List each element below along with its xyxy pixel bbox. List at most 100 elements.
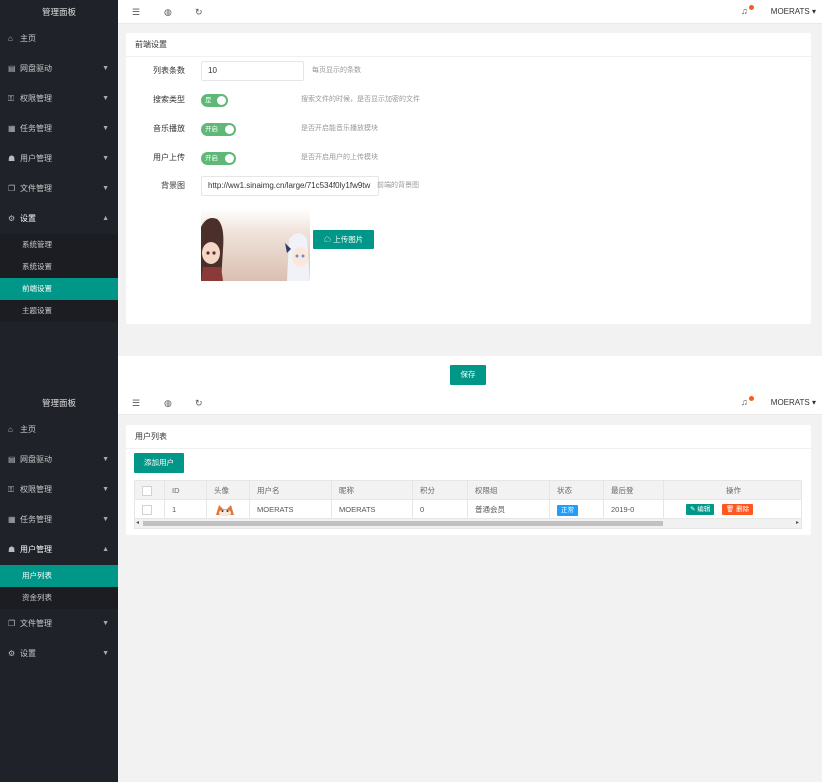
row-checkbox-cell[interactable] bbox=[135, 500, 165, 519]
col-avatar: 头像 bbox=[207, 481, 250, 500]
submenu-item-system-settings[interactable]: 系统设置 bbox=[0, 256, 118, 278]
user-menu[interactable]: MOERATS ▾ bbox=[771, 0, 816, 24]
sidebar-item-drive[interactable]: ▤ 网盘驱动 ▼ bbox=[0, 54, 118, 84]
sidebar-item-users[interactable]: ☗ 用户管理 ▲ bbox=[0, 535, 118, 565]
card-title: 前端设置 bbox=[126, 33, 811, 57]
switch-text: 开启 bbox=[205, 126, 218, 133]
user-list-card: 用户列表 添加用户 ID 头像 用户名 昵称 积分 权限组 状态 最后登 操作 … bbox=[126, 425, 811, 535]
save-button[interactable]: 保存 bbox=[450, 365, 486, 385]
cell-points: 0 bbox=[413, 500, 468, 519]
sidebar-item-permission[interactable]: ⚿ 权限管理 ▼ bbox=[0, 475, 118, 505]
delete-label: 删除 bbox=[736, 506, 750, 513]
sidebar-item-home[interactable]: ⌂ 主页 bbox=[0, 24, 118, 54]
col-id[interactable]: ID bbox=[165, 481, 207, 500]
menu-icon[interactable]: ☰ bbox=[132, 0, 140, 24]
key-icon: ⚿ bbox=[8, 94, 15, 103]
drive-icon: ▤ bbox=[8, 64, 16, 73]
scrollbar-thumb[interactable] bbox=[143, 521, 663, 526]
cell-username: MOERATS bbox=[250, 500, 332, 519]
user-list-screen: 管理面板 ⌂ 主页 ▤ 网盘驱动 ▼ ⚿ 权限管理 ▼ ▦ 任务管理 ▼ ☗ 用户管理 ▲ 用户列… bbox=[0, 391, 822, 782]
status-badge: 正常 bbox=[557, 504, 578, 516]
submenu-item-fund-list[interactable]: 资金列表 bbox=[0, 587, 118, 609]
col-status[interactable]: 状态 bbox=[550, 481, 604, 500]
background-preview-image bbox=[201, 209, 310, 281]
col-actions: 操作 bbox=[726, 486, 741, 495]
sidebar-item-label: 主页 bbox=[20, 34, 36, 43]
user-menu[interactable]: MOERATS ▾ bbox=[771, 391, 816, 415]
submenu-item-system-manage[interactable]: 系统管理 bbox=[0, 234, 118, 256]
form-row-user-upload: 用户上传 开启 是否开启用户的上传模块 bbox=[126, 148, 811, 168]
sidebar-item-files[interactable]: ❐ 文件管理 ▼ bbox=[0, 609, 118, 639]
sidebar: 管理面板 ⌂ 主页 ▤ 网盘驱动 ▼ ⚿ 权限管理 ▼ ▦ 任务管理 ▼ ☗ 用户管理 ▲ 用户列… bbox=[0, 391, 118, 782]
select-all-checkbox[interactable] bbox=[142, 486, 152, 497]
app-title: 管理面板 bbox=[0, 0, 118, 24]
background-url-input[interactable]: http://ww1.sinaimg.cn/large/71c534f0ly1f… bbox=[201, 176, 379, 196]
sidebar-item-label: 任务管理 bbox=[20, 124, 52, 133]
col-last-login[interactable]: 最后登 bbox=[604, 481, 664, 500]
switch-knob bbox=[225, 154, 234, 163]
submenu-item-theme-settings[interactable]: 主题设置 bbox=[0, 300, 118, 322]
add-user-button[interactable]: 添加用户 bbox=[134, 453, 184, 473]
globe-icon[interactable]: ◍ bbox=[164, 0, 172, 24]
list-count-label: 列表条数 bbox=[153, 66, 185, 75]
background-tip: 前端的背景图 bbox=[377, 182, 419, 189]
sidebar-item-settings[interactable]: ⚙ 设置 ▲ bbox=[0, 204, 118, 234]
gear-icon: ⚙ bbox=[8, 214, 16, 223]
scroll-left-icon[interactable]: ◂ bbox=[136, 519, 139, 526]
select-all-checkbox-cell[interactable] bbox=[135, 481, 165, 500]
sidebar-item-files[interactable]: ❐ 文件管理 ▼ bbox=[0, 174, 118, 204]
list-icon: ▦ bbox=[8, 124, 16, 133]
refresh-icon[interactable]: ↻ bbox=[195, 0, 203, 24]
upload-image-button[interactable]: ☁ 上传图片 bbox=[313, 230, 374, 249]
sidebar-item-label: 用户管理 bbox=[20, 545, 52, 554]
home-icon: ⌂ bbox=[8, 425, 13, 434]
sidebar-item-users[interactable]: ☗ 用户管理 ▼ bbox=[0, 144, 118, 174]
row-checkbox[interactable] bbox=[142, 505, 152, 516]
sidebar-nav: ⌂ 主页 ▤ 网盘驱动 ▼ ⚿ 权限管理 ▼ ▦ 任务管理 ▼ ☗ 用户管理 ▼ ❐ 文件管理 ▼ ⚙… bbox=[0, 24, 118, 234]
drive-icon: ▤ bbox=[8, 455, 16, 464]
cell-last-login: 2019-0 bbox=[604, 500, 664, 519]
submenu-item-user-list[interactable]: 用户列表 bbox=[0, 565, 118, 587]
chevron-up-icon: ▲ bbox=[102, 546, 109, 553]
music-play-label: 音乐播放 bbox=[153, 124, 185, 133]
chevron-down-icon: ▼ bbox=[102, 620, 109, 627]
refresh-icon[interactable]: ↻ bbox=[195, 391, 203, 415]
menu-icon[interactable]: ☰ bbox=[132, 391, 140, 415]
search-type-switch[interactable]: 是 bbox=[201, 94, 228, 107]
files-icon: ❐ bbox=[8, 619, 16, 628]
settings-screen: 管理面板 ⌂ 主页 ▤ 网盘驱动 ▼ ⚿ 权限管理 ▼ ▦ 任务管理 ▼ ☗ 用户管理 ▼ ❐ 文件… bbox=[0, 0, 822, 391]
switch-text: 是 bbox=[205, 97, 212, 104]
edit-button[interactable]: ✎ 编辑 bbox=[686, 504, 715, 515]
music-play-switch[interactable]: 开启 bbox=[201, 123, 236, 136]
sidebar-item-permission[interactable]: ⚿ 权限管理 ▼ bbox=[0, 84, 118, 114]
users-icon: ☗ bbox=[8, 545, 16, 554]
files-icon: ❐ bbox=[8, 184, 16, 193]
sidebar-nav-lower: ❐ 文件管理 ▼ ⚙ 设置 ▼ bbox=[0, 609, 118, 669]
col-group[interactable]: 权限组 bbox=[468, 481, 550, 500]
col-username[interactable]: 用户名 bbox=[250, 481, 332, 500]
search-type-label: 搜索类型 bbox=[153, 95, 185, 104]
horizontal-scrollbar[interactable]: ◂ ▸ bbox=[135, 519, 801, 528]
sidebar-item-drive[interactable]: ▤ 网盘驱动 ▼ bbox=[0, 445, 118, 475]
sidebar-item-label: 主页 bbox=[20, 425, 36, 434]
col-nickname[interactable]: 昵称 bbox=[332, 481, 413, 500]
chevron-down-icon: ▼ bbox=[102, 125, 109, 132]
col-points[interactable]: 积分 bbox=[413, 481, 468, 500]
delete-button[interactable]: 🗑 删除 bbox=[722, 504, 754, 515]
list-count-input[interactable]: 10 bbox=[201, 61, 304, 81]
sidebar-item-settings[interactable]: ⚙ 设置 ▼ bbox=[0, 639, 118, 669]
edit-label: 编辑 bbox=[697, 506, 711, 513]
background-label: 背景图 bbox=[161, 181, 185, 190]
user-upload-switch[interactable]: 开启 bbox=[201, 152, 236, 165]
submenu-item-frontend-settings[interactable]: 前端设置 bbox=[0, 278, 118, 300]
cell-status: 正常 bbox=[550, 500, 604, 519]
globe-icon[interactable]: ◍ bbox=[164, 391, 172, 415]
sidebar-item-tasks[interactable]: ▦ 任务管理 ▼ bbox=[0, 114, 118, 144]
scroll-right-icon[interactable]: ▸ bbox=[796, 519, 799, 526]
cell-actions: ✎ 编辑 🗑 删除 bbox=[664, 500, 801, 519]
home-icon: ⌂ bbox=[8, 34, 13, 43]
cell-avatar bbox=[207, 500, 250, 519]
sidebar-item-label: 任务管理 bbox=[20, 515, 52, 524]
sidebar-item-tasks[interactable]: ▦ 任务管理 ▼ bbox=[0, 505, 118, 535]
sidebar-item-home[interactable]: ⌂ 主页 bbox=[0, 415, 118, 445]
